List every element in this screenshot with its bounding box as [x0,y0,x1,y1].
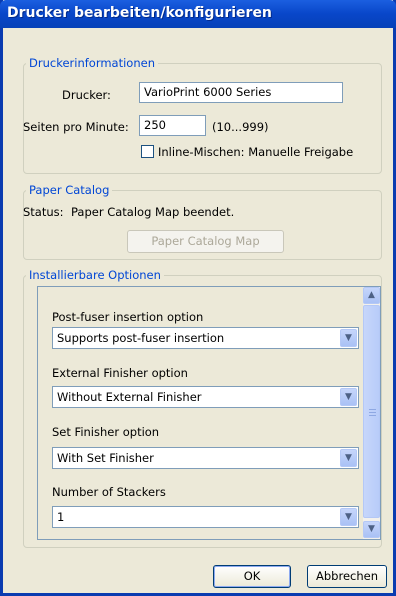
scrollbar-thumb[interactable] [363,305,380,518]
printer-config-dialog: Drucker bearbeiten/konfigurieren Drucker… [0,0,396,596]
grip-line [369,412,376,413]
chevron-up-icon[interactable]: ▲ [363,287,380,304]
ppm-field[interactable]: 250 [139,115,206,136]
paper-catalog-map-button[interactable]: Paper Catalog Map [127,230,284,253]
status-value: Paper Catalog Map beendet. [71,205,235,219]
external-finisher-select[interactable]: Without External Finisher ▼ [52,386,359,408]
option-label: Number of Stackers [52,485,166,499]
select-value: Without External Finisher [57,390,202,404]
set-finisher-select[interactable]: With Set Finisher ▼ [52,447,359,469]
chevron-down-icon[interactable]: ▼ [340,388,357,406]
options-scrollbar[interactable]: ▲ ▼ [363,287,380,539]
ppm-label: Seiten pro Minute: [23,120,129,134]
option-label: Post-fuser insertion option [52,310,204,324]
chevron-down-icon[interactable]: ▼ [340,329,357,347]
chevron-down-icon[interactable]: ▼ [363,521,380,538]
inline-mixing-label[interactable]: Inline-Mischen: Manuelle Freigabe [158,145,353,159]
chevron-down-icon[interactable]: ▼ [340,508,357,526]
number-of-stackers-select[interactable]: 1 ▼ [52,506,359,528]
status-label: Status: [23,205,64,219]
select-value: 1 [57,510,65,524]
select-value: With Set Finisher [57,451,154,465]
cancel-button[interactable]: Abbrechen [307,565,387,588]
paper-catalog-legend: Paper Catalog [29,183,110,197]
options-list[interactable]: Post-fuser insertion option Supports pos… [37,286,381,540]
printer-label: Drucker: [62,88,111,102]
ok-button[interactable]: OK [213,565,291,588]
grip-line [369,409,376,410]
option-label: External Finisher option [52,366,188,380]
select-value: Supports post-fuser insertion [57,331,225,345]
installable-options-legend: Installierbare Optionen [29,268,161,282]
ppm-range-text: (10...999) [212,120,269,134]
window-title: Drucker bearbeiten/konfigurieren [0,0,396,28]
chevron-down-icon[interactable]: ▼ [340,449,357,467]
printer-info-legend: Druckerinformationen [29,56,155,70]
grip-line [369,415,376,416]
inline-mixing-checkbox[interactable] [141,145,154,158]
option-label: Set Finisher option [52,425,160,439]
post-fuser-insertion-select[interactable]: Supports post-fuser insertion ▼ [52,327,359,349]
printer-name-field[interactable]: VarioPrint 6000 Series [139,82,343,103]
